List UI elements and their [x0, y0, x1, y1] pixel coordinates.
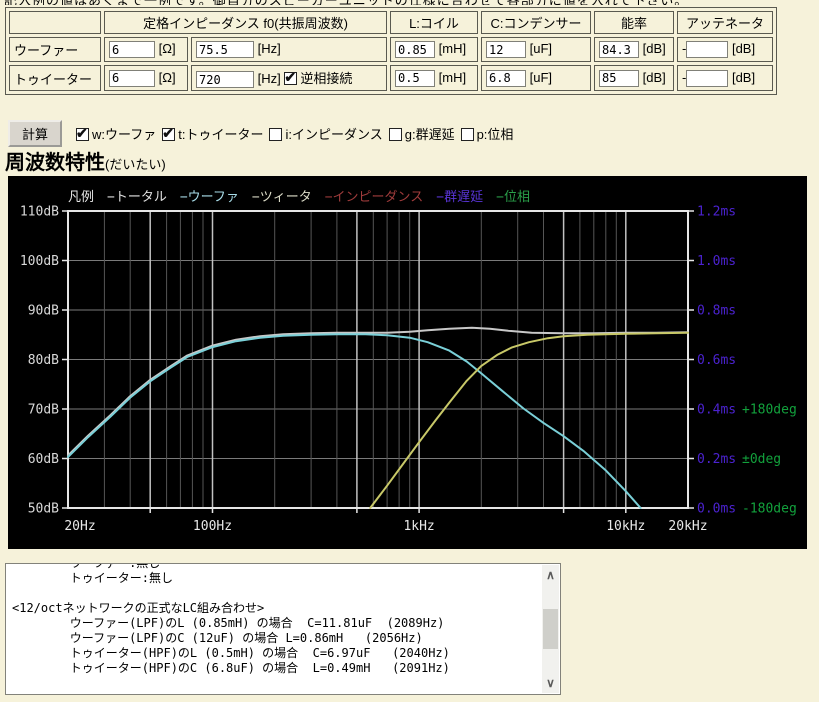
ohm-unit-label: [Ω] — [159, 41, 176, 56]
plot-option-label: t:トゥイーター — [178, 127, 263, 142]
plot-option-4[interactable]: g:群遅延 — [389, 127, 455, 142]
plot-option-label: g:群遅延 — [405, 127, 455, 142]
uf-unit-label: [uF] — [530, 70, 552, 85]
svg-text:1.2ms: 1.2ms — [697, 205, 736, 220]
table-header-row: 定格インピーダンス f0(共振周波数) L:コイル C:コンデンサー 能率 アッ… — [9, 11, 773, 34]
svg-text:100dB: 100dB — [20, 254, 59, 269]
legend-item-6: −群遅延 — [436, 186, 483, 205]
plot-option-label: i:インピーダンス — [285, 127, 382, 142]
tweeter-attenuator-input[interactable] — [686, 70, 728, 87]
db-unit-label: [dB] — [732, 41, 755, 56]
page-title: 周波数特性 — [5, 152, 105, 174]
driver-parameter-table: 定格インピーダンス f0(共振周波数) L:コイル C:コンデンサー 能率 アッ… — [5, 7, 777, 95]
legend-item-1: 凡例 — [68, 186, 94, 205]
tweeter-efficiency-input[interactable] — [599, 70, 639, 87]
coil-header: L:コイル — [390, 11, 478, 34]
calculation-output-text: ウーファー:無し トゥイーター:無し <12/octネットワークの正式なLC組み… — [12, 563, 540, 694]
svg-text:80dB: 80dB — [28, 353, 59, 368]
svg-text:70dB: 70dB — [28, 403, 59, 418]
svg-text:60dB: 60dB — [28, 452, 59, 467]
svg-text:0.0ms: 0.0ms — [697, 502, 736, 517]
checkbox-icon[interactable] — [162, 128, 175, 141]
woofer-row-label: ウーファー — [9, 37, 101, 62]
output-scrollbar[interactable]: ∧ ∨ — [542, 565, 559, 693]
svg-text:0.8ms: 0.8ms — [697, 304, 736, 319]
controls-row: 計算 w:ウーファ t:トゥイーター i:インピーダンス g:群遅延 p:位相 — [8, 120, 519, 147]
reverse-phase-label: 逆相接続 — [300, 71, 352, 86]
svg-text:-180deg: -180deg — [742, 502, 797, 517]
plot-option-label: w:ウーファ — [92, 127, 156, 142]
hz-unit-label: [Hz] — [258, 41, 281, 56]
reverse-phase-checkbox[interactable] — [284, 72, 297, 85]
tweeter-capacitor-input[interactable] — [486, 70, 526, 87]
svg-text:1kHz: 1kHz — [403, 519, 434, 534]
mh-unit-label: [mH] — [439, 41, 466, 56]
woofer-coil-input[interactable] — [395, 41, 435, 58]
legend-item-7: −位相 — [496, 186, 530, 205]
network-calculator-page: { "top_clipped_text": "記入例の値はあくまで一例です。御自… — [0, 0, 819, 702]
calculation-output-box[interactable]: ウーファー:無し トゥイーター:無し <12/octネットワークの正式なLC組み… — [5, 563, 561, 695]
scrollbar-thumb[interactable] — [543, 609, 558, 649]
svg-text:90dB: 90dB — [28, 304, 59, 319]
svg-text:1.0ms: 1.0ms — [697, 254, 736, 269]
db-unit-label: [dB] — [732, 70, 755, 85]
chart-legend: 凡例 −トータル −ウーファ −ツィータ −インピーダンス −群遅延 −位相 — [68, 186, 530, 205]
db-unit-label: [dB] — [643, 41, 666, 56]
scrollbar-down-icon[interactable]: ∨ — [542, 675, 559, 691]
efficiency-header: 能率 — [594, 11, 674, 34]
tweeter-row: トゥイーター [Ω] [Hz] 逆相接続 [mH] [uF] [dB] - [d… — [9, 65, 773, 91]
clipped-top-text: 記入例の値はあくまで一例です。御自分のスピーカーユニットの仕様に合わせて各部分に… — [4, 0, 816, 5]
checkbox-icon[interactable] — [461, 128, 474, 141]
legend-item-3: −ウーファ — [180, 186, 239, 205]
svg-text:110dB: 110dB — [20, 205, 59, 220]
svg-text:0.6ms: 0.6ms — [697, 353, 736, 368]
svg-text:±0deg: ±0deg — [742, 452, 781, 467]
woofer-efficiency-input[interactable] — [599, 41, 639, 58]
page-title-note: (だいたい) — [105, 157, 166, 172]
frequency-response-chart: 110dB 100dB 90dB 80dB 70dB 60dB 50dB 20Hz 100Hz 1… — [8, 176, 807, 549]
svg-text:20kHz: 20kHz — [668, 519, 707, 534]
db-unit-label: [dB] — [643, 70, 666, 85]
checkbox-icon[interactable] — [389, 128, 402, 141]
woofer-impedance-input[interactable] — [109, 41, 155, 58]
svg-text:0.4ms: 0.4ms — [697, 403, 736, 418]
ohm-unit-label: [Ω] — [159, 70, 176, 85]
chart-plot-area: 110dB 100dB 90dB 80dB 70dB 60dB 50dB 20Hz 100Hz 1… — [8, 176, 807, 549]
scrollbar-up-icon[interactable]: ∧ — [542, 567, 559, 583]
tweeter-coil-input[interactable] — [395, 70, 435, 87]
plot-option-label: p:位相 — [477, 127, 514, 142]
woofer-attenuator-input[interactable] — [686, 41, 728, 58]
woofer-f0-input[interactable] — [196, 41, 254, 58]
legend-item-5: −インピーダンス — [325, 186, 424, 205]
svg-text:20Hz: 20Hz — [64, 519, 95, 534]
capacitor-header: C:コンデンサー — [481, 11, 591, 34]
tweeter-row-label: トゥイーター — [9, 65, 101, 91]
calculate-button[interactable]: 計算 — [8, 120, 62, 147]
uf-unit-label: [uF] — [530, 41, 552, 56]
impedance-f0-header: 定格インピーダンス f0(共振周波数) — [104, 11, 387, 34]
checkbox-icon[interactable] — [76, 128, 89, 141]
woofer-row: ウーファー [Ω] [Hz] [mH] [uF] [dB] - [dB] — [9, 37, 773, 62]
svg-text:10kHz: 10kHz — [606, 519, 645, 534]
corner-cell — [9, 11, 101, 34]
legend-item-4: −ツィータ — [252, 186, 312, 205]
section-heading: 周波数特性(だいたい) — [5, 146, 166, 175]
plot-option-1[interactable]: w:ウーファ — [76, 127, 156, 142]
plot-option-2[interactable]: t:トゥイーター — [162, 127, 263, 142]
woofer-capacitor-input[interactable] — [486, 41, 526, 58]
legend-item-2: −トータル — [107, 186, 167, 205]
svg-text:+180deg: +180deg — [742, 403, 797, 418]
svg-text:50dB: 50dB — [28, 502, 59, 517]
tweeter-impedance-input[interactable] — [109, 70, 155, 87]
plot-option-3[interactable]: i:インピーダンス — [269, 127, 382, 142]
mh-unit-label: [mH] — [439, 70, 466, 85]
svg-text:100Hz: 100Hz — [193, 519, 232, 534]
hz-unit-label: [Hz] — [258, 71, 281, 86]
tweeter-f0-input[interactable] — [196, 71, 254, 88]
plot-option-5[interactable]: p:位相 — [461, 127, 514, 142]
svg-text:0.2ms: 0.2ms — [697, 452, 736, 467]
attenuator-header: アッテネータ — [677, 11, 773, 34]
plot-option-checkboxes: w:ウーファ t:トゥイーター i:インピーダンス g:群遅延 p:位相 — [76, 124, 519, 143]
checkbox-icon[interactable] — [269, 128, 282, 141]
